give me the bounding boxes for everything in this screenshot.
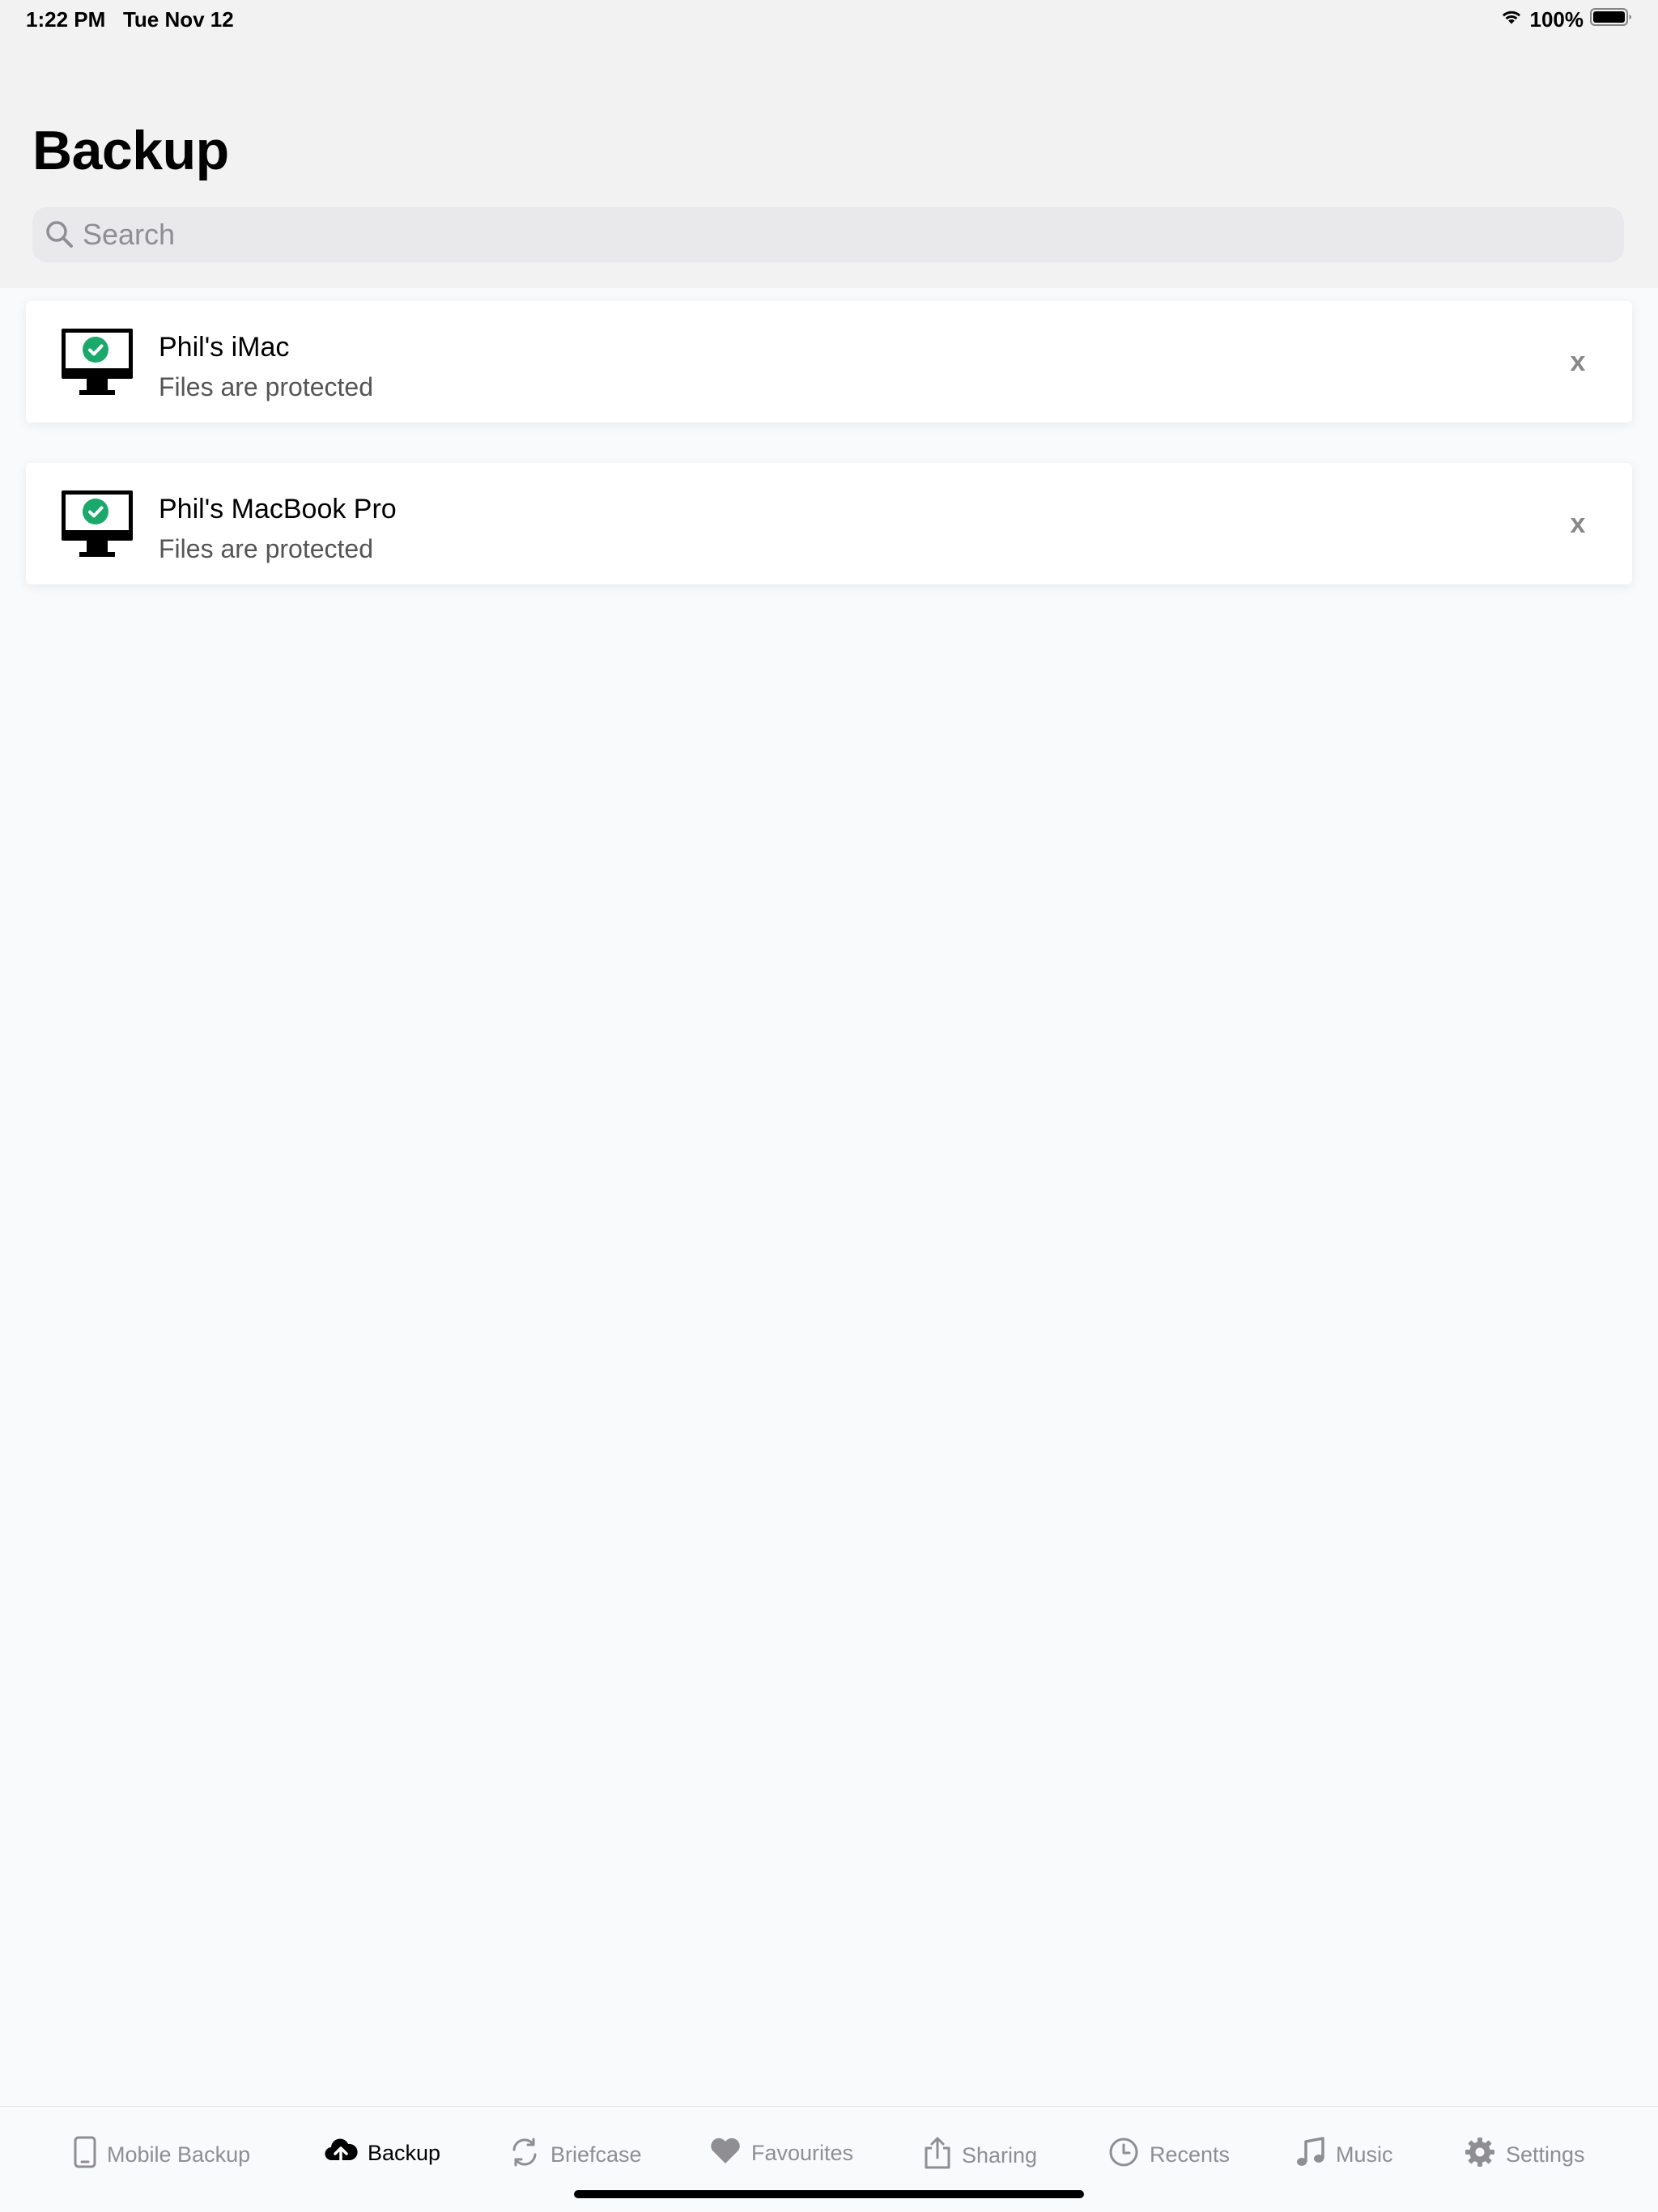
search-input[interactable] [83, 207, 1605, 262]
tab-label: Briefcase [551, 2142, 642, 2167]
wifi-icon [1499, 7, 1524, 32]
status-bar: 1:22 PM Tue Nov 12 100% [0, 0, 1658, 39]
tab-sharing[interactable]: Sharing [923, 2136, 1037, 2176]
device-card-macbook-pro[interactable]: Phil's MacBook Pro Files are protected x [26, 463, 1632, 584]
status-indicators: 100% [1499, 7, 1633, 32]
device-status: Files are protected [159, 372, 374, 401]
tab-favourites[interactable]: Favourites [709, 2136, 853, 2171]
heart-icon [709, 2136, 742, 2171]
device-name: Phil's iMac [159, 332, 290, 363]
header: 1:22 PM Tue Nov 12 100% Backup [0, 0, 1658, 288]
tab-briefcase[interactable]: Briefcase [508, 2136, 642, 2174]
tab-label: Favourites [751, 2141, 854, 2165]
search-bar[interactable] [32, 207, 1624, 262]
device-name: Phil's MacBook Pro [159, 494, 397, 524]
gear-icon [1464, 2136, 1496, 2174]
share-icon [923, 2136, 952, 2176]
status-date: Tue Nov 12 [122, 7, 234, 32]
tab-label: Backup [368, 2141, 441, 2165]
page-title: Backup [32, 120, 229, 181]
monitor-check-icon [60, 327, 134, 398]
clock-icon [1107, 2136, 1140, 2174]
close-icon[interactable]: x [1556, 502, 1600, 546]
tab-label: Sharing [962, 2143, 1038, 2167]
phone-icon [73, 2136, 97, 2174]
battery-percent: 100% [1529, 7, 1584, 32]
sync-icon [508, 2136, 541, 2174]
tab-label: Music [1336, 2142, 1393, 2167]
device-card-imac[interactable]: Phil's iMac Files are protected x [26, 301, 1632, 422]
monitor-check-icon [60, 489, 134, 560]
music-note-icon [1295, 2136, 1326, 2174]
status-clock: 1:22 PM [26, 7, 106, 32]
tab-mobile-backup[interactable]: Mobile Backup [73, 2136, 250, 2174]
tab-label: Recents [1150, 2142, 1231, 2167]
tab-music[interactable]: Music [1295, 2136, 1393, 2174]
tab-label: Mobile Backup [107, 2142, 251, 2167]
tab-settings[interactable]: Settings [1464, 2136, 1585, 2174]
tab-recents[interactable]: Recents [1107, 2136, 1230, 2174]
tab-backup[interactable]: Backup [324, 2136, 440, 2171]
status-time: 1:22 PM Tue Nov 12 [26, 7, 234, 32]
close-icon[interactable]: x [1556, 340, 1600, 384]
home-indicator [574, 2190, 1084, 2198]
tab-label: Settings [1506, 2142, 1585, 2167]
search-icon [44, 219, 76, 251]
cloud-upload-icon [324, 2136, 358, 2171]
battery-icon [1590, 7, 1632, 32]
device-status: Files are protected [159, 534, 374, 563]
